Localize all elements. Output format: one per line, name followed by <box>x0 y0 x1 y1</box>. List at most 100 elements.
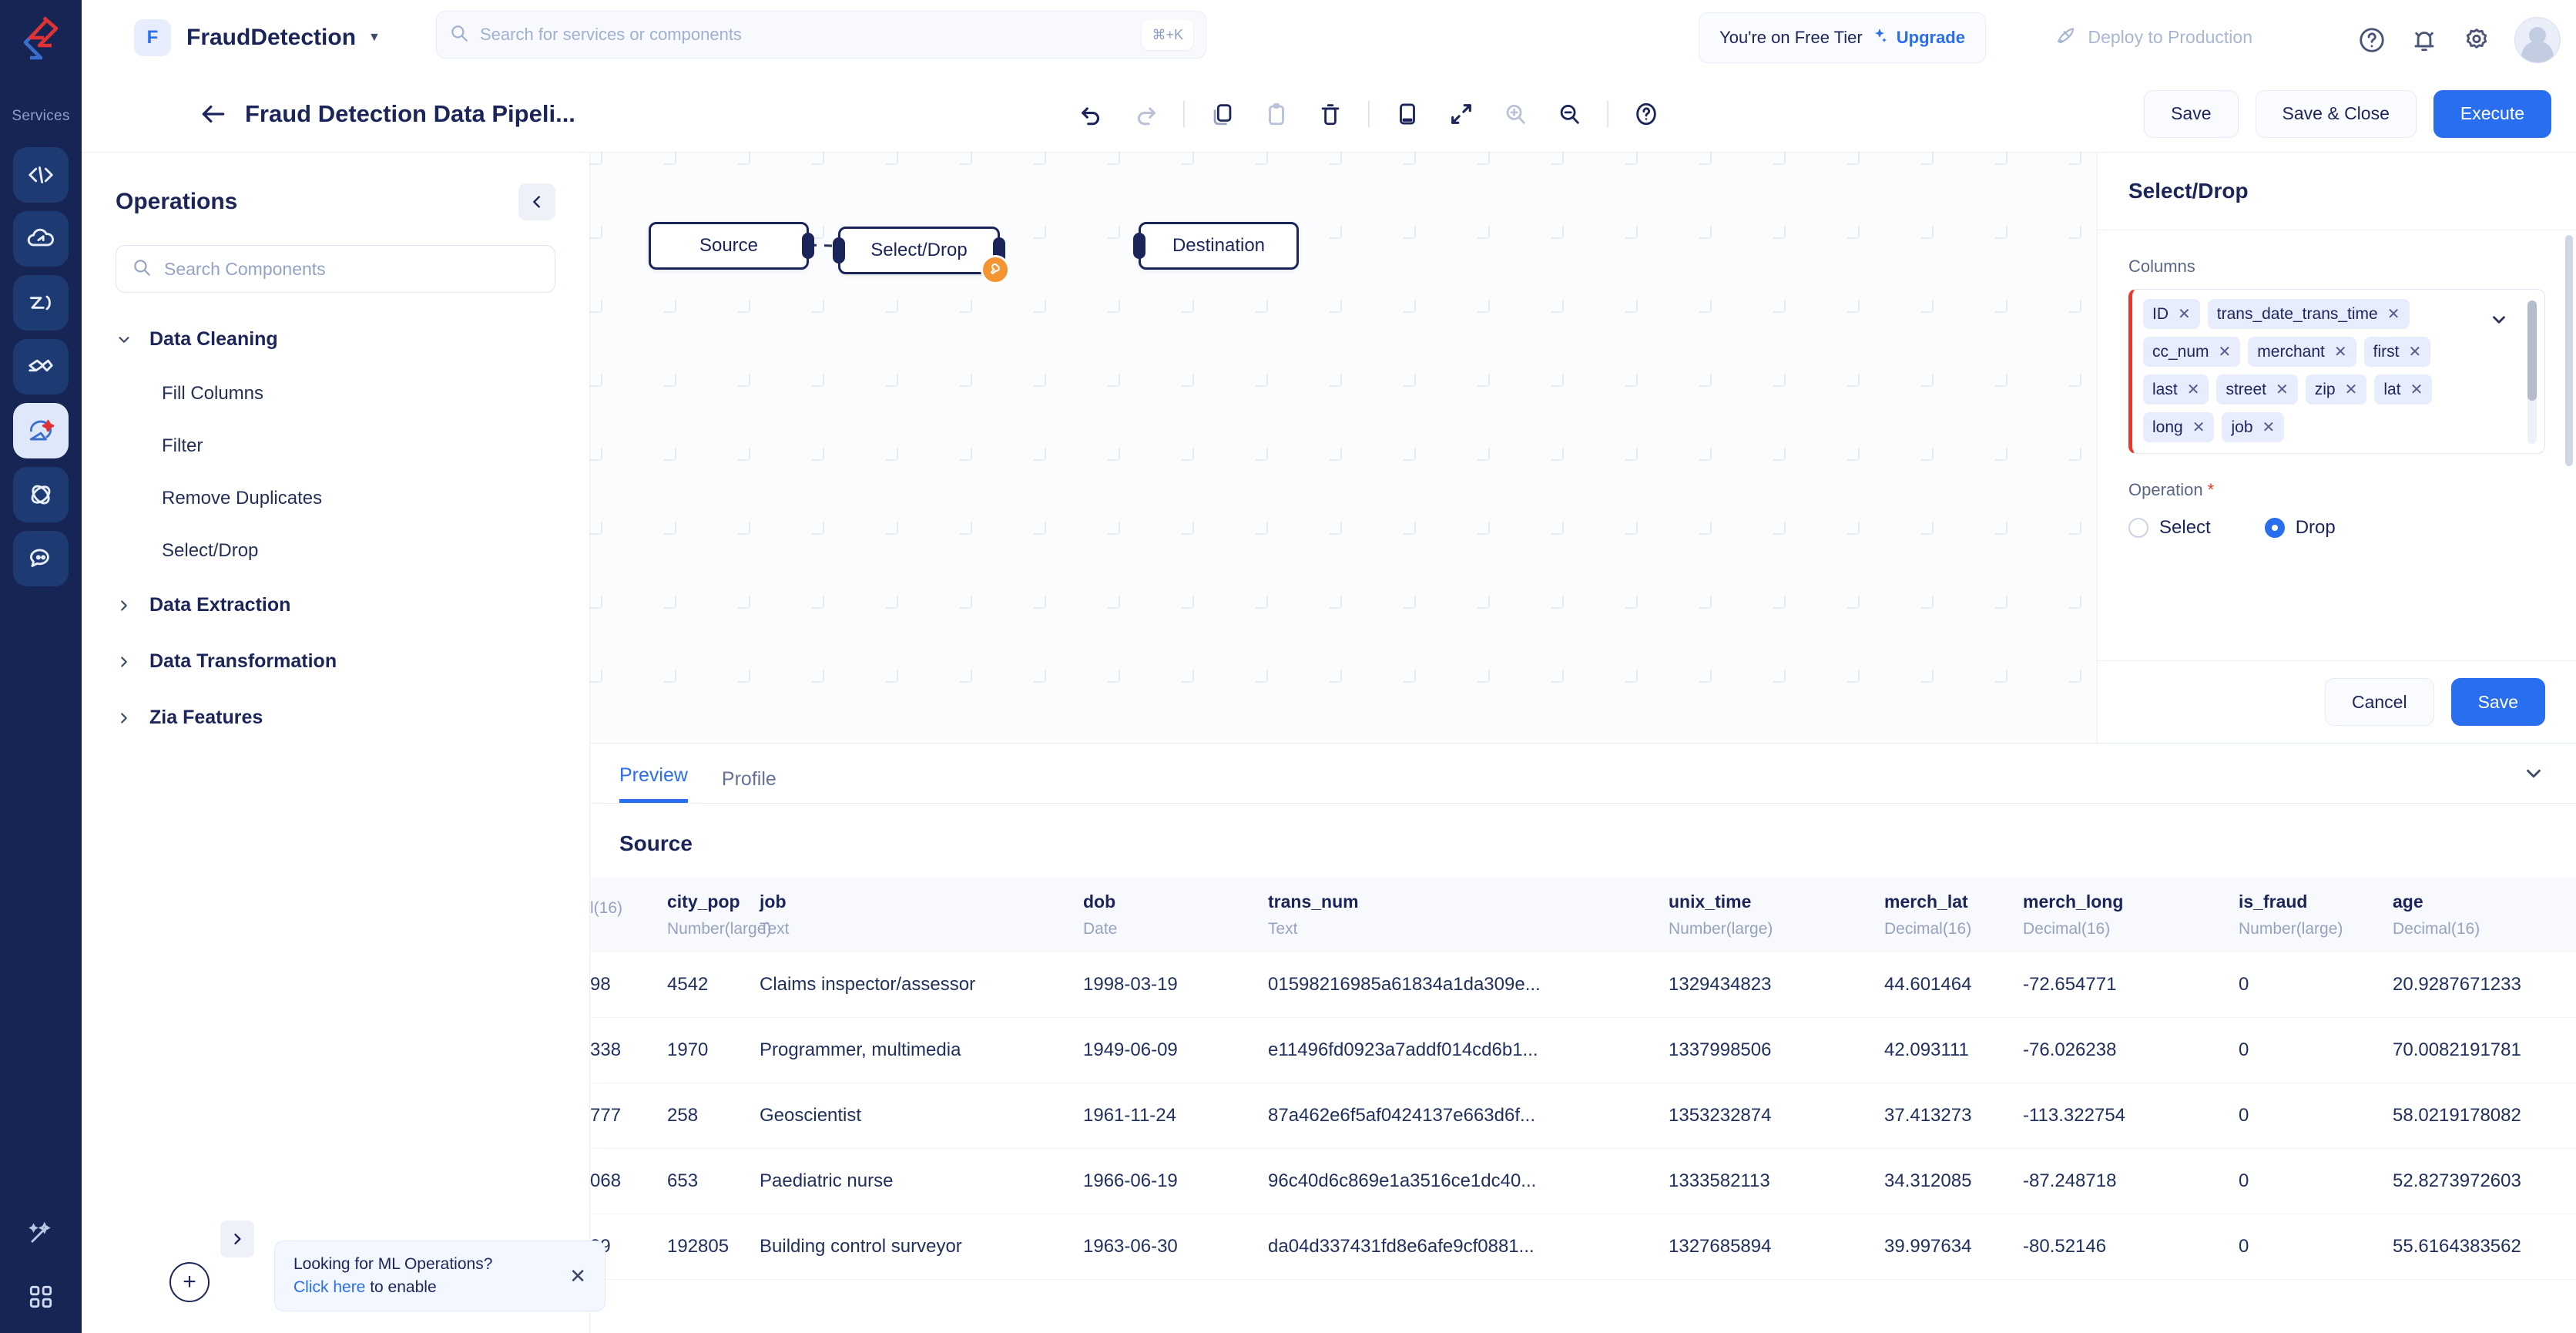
tagbox-scrollbar[interactable] <box>2527 301 2537 444</box>
tab-preview[interactable]: Preview <box>619 764 688 803</box>
tab-profile[interactable]: Profile <box>722 768 776 803</box>
upgrade-link[interactable]: Upgrade <box>1897 28 1965 48</box>
remove-tag-icon[interactable]: ✕ <box>2192 418 2205 437</box>
column-tag[interactable]: cc_num ✕ <box>2143 337 2241 367</box>
expand-panel-handle[interactable] <box>220 1221 254 1257</box>
canvas-node-destination[interactable]: Destination <box>1133 222 1299 270</box>
help-icon[interactable] <box>1630 98 1662 130</box>
column-header[interactable]: unix_time Number(large) <box>1669 878 1884 952</box>
chevron-left-icon[interactable] <box>518 183 555 220</box>
column-tag[interactable]: first ✕ <box>2363 337 2431 367</box>
canvas-node-select-drop[interactable]: Select/Drop <box>833 227 1010 284</box>
inspector-save-button[interactable]: Save <box>2450 678 2545 726</box>
column-tag[interactable]: street ✕ <box>2216 374 2298 405</box>
zoom-out-icon[interactable] <box>1553 98 1585 130</box>
rail-item-layers-icon[interactable] <box>13 339 69 395</box>
operations-group-data-cleaning[interactable]: Data Cleaning <box>82 311 589 368</box>
rail-item-data-pipeline-icon[interactable] <box>13 403 69 458</box>
column-header[interactable]: is_fraud Number(large) <box>2239 878 2393 952</box>
global-search-input[interactable]: Search for services or components ⌘+K <box>436 11 1206 59</box>
column-tag[interactable]: merchant ✕ <box>2248 337 2356 367</box>
zoom-in-icon[interactable] <box>1499 98 1531 130</box>
deploy-to-production-button[interactable]: Deploy to Production <box>2054 23 2252 51</box>
column-header[interactable]: merch_long Decimal(16) <box>2023 878 2239 952</box>
rail-item-wand-icon[interactable] <box>13 1205 69 1261</box>
operation-item-fill-columns[interactable]: Fill Columns <box>82 368 589 420</box>
wrench-icon[interactable] <box>981 255 1010 284</box>
remove-tag-icon[interactable]: ✕ <box>2276 380 2289 399</box>
node-input-port[interactable] <box>1133 233 1145 259</box>
remove-tag-icon[interactable]: ✕ <box>2387 304 2400 324</box>
remove-tag-icon[interactable]: ✕ <box>2334 342 2347 361</box>
column-tag[interactable]: zip ✕ <box>2305 374 2367 405</box>
table-row[interactable]: 98 4542 Claims inspector/assessor 1998-0… <box>590 952 2576 1018</box>
table-row[interactable]: 777 258 Geoscientist 1961-11-24 87a462e6… <box>590 1083 2576 1149</box>
table-row[interactable]: 338 1970 Programmer, multimedia 1949-06-… <box>590 1017 2576 1083</box>
column-tag[interactable]: long ✕ <box>2143 412 2215 442</box>
operations-group-data-extraction[interactable]: Data Extraction <box>82 577 589 633</box>
column-tag[interactable]: job ✕ <box>2222 412 2285 442</box>
node-input-port[interactable] <box>833 237 845 264</box>
project-chevron-down-icon[interactable]: ▼ <box>368 31 381 45</box>
arrow-left-icon[interactable] <box>199 99 228 129</box>
table-row[interactable]: 068 653 Paediatric nurse 1966-06-19 96c4… <box>590 1148 2576 1214</box>
radio-select[interactable]: Select <box>2128 517 2211 539</box>
remove-tag-icon[interactable]: ✕ <box>2219 342 2232 361</box>
remove-tag-icon[interactable]: ✕ <box>2262 418 2276 437</box>
operations-group-zia-features[interactable]: Zia Features <box>82 690 589 746</box>
operations-group-data-transformation[interactable]: Data Transformation <box>82 633 589 690</box>
rail-item-orbit-icon[interactable] <box>13 467 69 522</box>
add-node-button[interactable]: + <box>169 1262 210 1302</box>
redo-icon[interactable] <box>1129 98 1162 130</box>
table-row[interactable]: 39 192805 Building control surveyor 1963… <box>590 1214 2576 1280</box>
chevron-down-icon[interactable] <box>2522 762 2545 789</box>
chevron-down-icon[interactable] <box>2489 310 2509 334</box>
search-components-input[interactable]: Search Components <box>116 245 555 293</box>
column-tag[interactable]: trans_date_trans_time ✕ <box>2207 299 2410 329</box>
operation-item-select-drop[interactable]: Select/Drop <box>82 525 589 577</box>
column-header[interactable]: job Text <box>760 878 1083 952</box>
bell-icon[interactable] <box>2410 25 2439 55</box>
undo-icon[interactable] <box>1075 98 1108 130</box>
columns-multiselect[interactable]: ID ✕ trans_date_trans_time ✕ cc_num ✕ merch… <box>2128 289 2545 454</box>
rail-item-cloud-deploy-icon[interactable] <box>13 211 69 267</box>
cancel-button[interactable]: Cancel <box>2324 678 2434 726</box>
close-icon[interactable]: ✕ <box>569 1264 586 1288</box>
save-button[interactable]: Save <box>2144 89 2239 138</box>
toast-enable-link[interactable]: Click here <box>293 1278 365 1296</box>
column-header[interactable]: merch_lat Decimal(16) <box>1884 878 2023 952</box>
remove-tag-icon[interactable]: ✕ <box>2410 380 2423 399</box>
column-tag[interactable]: lat ✕ <box>2374 374 2433 405</box>
column-header[interactable]: dob Date <box>1083 878 1268 952</box>
remove-tag-icon[interactable]: ✕ <box>2408 342 2421 361</box>
gear-icon[interactable] <box>2462 25 2491 55</box>
delete-icon[interactable] <box>1314 98 1347 130</box>
help-circle-icon[interactable] <box>2357 25 2386 55</box>
column-header[interactable]: age Decimal(16) <box>2393 878 2576 952</box>
brand-logo[interactable] <box>0 0 82 77</box>
expand-icon[interactable] <box>1445 98 1478 130</box>
column-header[interactable]: trans_num Text <box>1268 878 1669 952</box>
fit-screen-icon[interactable] <box>1391 98 1424 130</box>
rail-item-code-icon[interactable] <box>13 147 69 203</box>
remove-tag-icon[interactable]: ✕ <box>2345 380 2358 399</box>
save-and-close-button[interactable]: Save & Close <box>2255 89 2417 138</box>
inspector-scrollbar[interactable] <box>2565 235 2573 466</box>
paste-icon[interactable] <box>1260 98 1293 130</box>
canvas-node-source[interactable]: Source <box>649 222 814 270</box>
execute-button[interactable]: Execute <box>2433 89 2551 138</box>
operation-item-filter[interactable]: Filter <box>82 420 589 472</box>
pipeline-canvas[interactable]: Source Select/Drop Destination <box>590 153 2097 743</box>
column-header[interactable]: l(16) <box>590 878 667 952</box>
avatar[interactable] <box>2514 17 2561 63</box>
rail-item-chat-icon[interactable] <box>13 531 69 586</box>
preview-table-wrapper[interactable]: l(16) city_pop Number(large) job Text dob D… <box>590 878 2576 1280</box>
column-tag[interactable]: last ✕ <box>2143 374 2209 405</box>
remove-tag-icon[interactable]: ✕ <box>2187 380 2200 399</box>
column-tag[interactable]: ID ✕ <box>2143 299 2200 329</box>
rail-item-apps-grid-icon[interactable] <box>13 1269 69 1325</box>
node-output-port[interactable] <box>802 233 814 259</box>
free-tier-pill[interactable]: You're on Free Tier Upgrade <box>1699 12 1986 63</box>
rail-item-zia-icon[interactable] <box>13 275 69 331</box>
copy-icon[interactable] <box>1206 98 1239 130</box>
